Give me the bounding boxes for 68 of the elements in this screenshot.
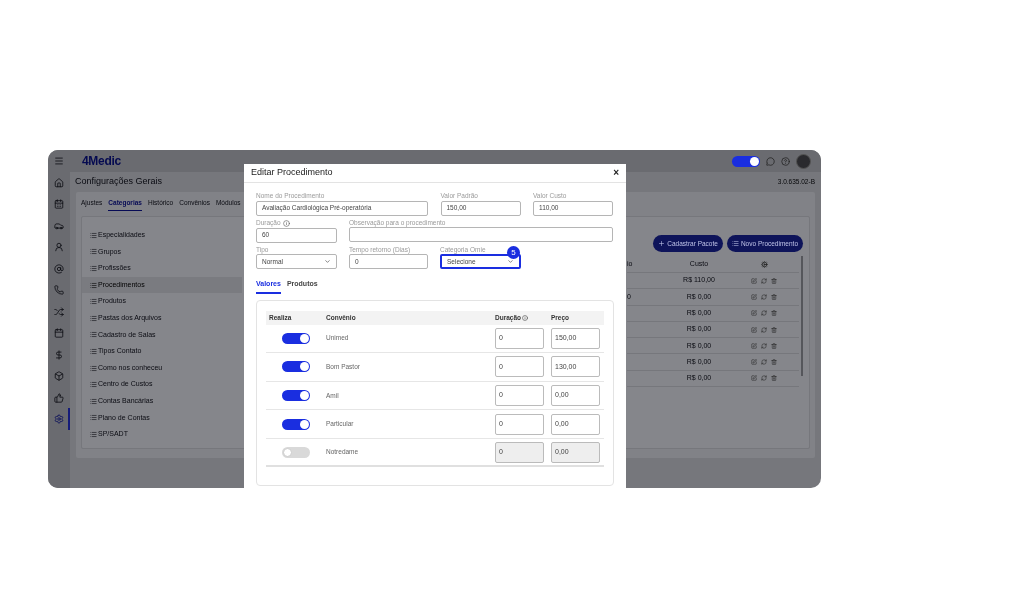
- box-icon[interactable]: [54, 371, 64, 381]
- home-icon[interactable]: [54, 177, 64, 188]
- list-icon: [90, 298, 97, 306]
- plus-icon: [658, 240, 666, 247]
- info-icon: [522, 314, 528, 321]
- edit-icon[interactable]: [751, 310, 757, 317]
- list-icon: [90, 397, 97, 405]
- chat-icon[interactable]: [766, 156, 775, 166]
- refresh-icon[interactable]: [761, 375, 767, 382]
- caret-icon: [507, 258, 514, 265]
- edit-icon[interactable]: [751, 342, 757, 349]
- phone-icon[interactable]: [54, 285, 64, 295]
- car-icon[interactable]: [54, 220, 64, 231]
- calendar-icon[interactable]: [54, 199, 64, 209]
- list-icon: [90, 381, 97, 389]
- trash-icon[interactable]: [771, 277, 777, 284]
- list-icon: [90, 347, 97, 355]
- at-sign-icon[interactable]: [54, 263, 64, 274]
- trash-icon[interactable]: [771, 342, 777, 349]
- toggle-switch[interactable]: [282, 418, 310, 430]
- logo: 4Medic: [82, 153, 121, 170]
- toggle-switch[interactable]: [282, 446, 310, 458]
- list-icon: [90, 265, 97, 272]
- trash-icon[interactable]: [771, 326, 777, 333]
- avatar[interactable]: [796, 153, 811, 169]
- list-icon: [90, 430, 97, 438]
- settings-icon[interactable]: [54, 414, 64, 424]
- list-icon: [731, 240, 739, 247]
- toggle-switch[interactable]: [732, 155, 760, 167]
- dialog-title: Editar Procedimento: [251, 166, 333, 180]
- trash-icon[interactable]: [771, 359, 777, 366]
- gears-icon: [760, 260, 768, 268]
- trash-icon[interactable]: [771, 310, 777, 317]
- edit-icon[interactable]: [751, 375, 757, 382]
- close-button[interactable]: ×: [613, 168, 619, 178]
- info-icon: [282, 219, 290, 227]
- calendar-icon[interactable]: [54, 328, 64, 338]
- refresh-icon[interactable]: [761, 277, 767, 284]
- trash-icon[interactable]: [771, 293, 777, 300]
- list-icon: [90, 314, 97, 322]
- refresh-icon[interactable]: [761, 326, 767, 333]
- toggle-switch[interactable]: [282, 361, 310, 373]
- caret-icon: [324, 258, 331, 265]
- refresh-icon[interactable]: [761, 293, 767, 300]
- dollar-icon[interactable]: [54, 349, 64, 360]
- user-icon[interactable]: [54, 242, 64, 252]
- trash-icon[interactable]: [771, 375, 777, 382]
- toggle-switch[interactable]: [282, 332, 310, 344]
- list-icon: [90, 281, 97, 289]
- refresh-icon[interactable]: [761, 342, 767, 349]
- menu-icon[interactable]: [54, 156, 64, 166]
- page-title: Configurações Gerais: [75, 175, 163, 189]
- shuffle-icon[interactable]: [54, 306, 64, 317]
- list-icon: [90, 248, 97, 256]
- refresh-icon[interactable]: [761, 359, 767, 366]
- edit-icon[interactable]: [751, 293, 757, 300]
- toggle-switch[interactable]: [282, 390, 310, 401]
- edit-icon[interactable]: [751, 326, 757, 333]
- edit-icon[interactable]: [751, 277, 757, 284]
- refresh-icon[interactable]: [761, 310, 767, 317]
- list-icon: [90, 414, 97, 422]
- thumbs-up-icon[interactable]: [54, 392, 64, 403]
- list-icon: [90, 331, 97, 339]
- list-icon: [90, 231, 97, 239]
- edit-icon[interactable]: [751, 359, 757, 366]
- list-icon: [90, 364, 97, 372]
- input-field[interactable]: [349, 227, 613, 242]
- help-icon[interactable]: [781, 156, 790, 166]
